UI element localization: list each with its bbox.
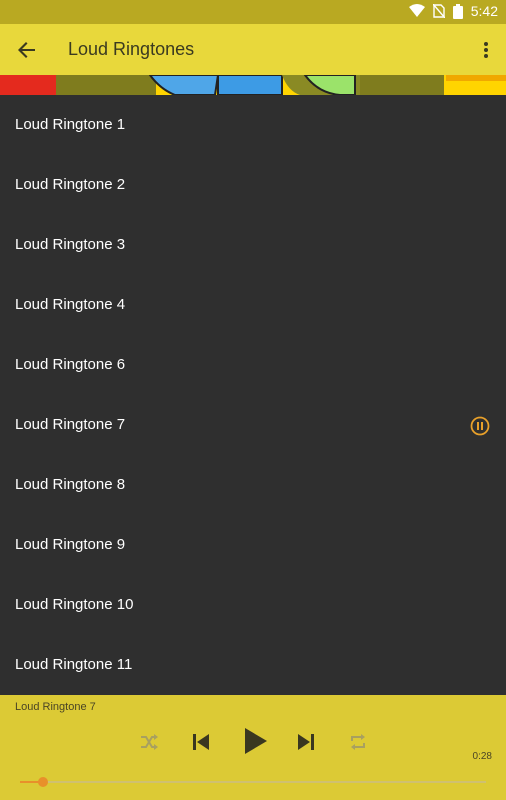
list-item-label: Loud Ringtone 4	[15, 296, 126, 313]
more-vert-icon	[484, 42, 488, 58]
repeat-icon	[351, 734, 365, 750]
list-item[interactable]: Loud Ringtone 2	[0, 155, 506, 215]
page-title: Loud Ringtones	[68, 39, 195, 59]
now-playing-title: Loud Ringtone 7	[15, 701, 96, 713]
media-player: Loud Ringtone 7 0:28	[0, 695, 506, 800]
cartoon-artwork	[0, 75, 506, 95]
wifi-icon	[408, 4, 425, 17]
list-item[interactable]: Loud Ringtone 10	[0, 575, 506, 635]
list-item[interactable]: Loud Ringtone 7	[0, 395, 506, 455]
app-bar: Loud Ringtones	[0, 24, 506, 75]
seek-bar-thumb[interactable]	[38, 777, 48, 787]
list-item[interactable]: Loud Ringtone 3	[0, 215, 506, 275]
play-icon	[245, 728, 267, 754]
elapsed-time: 0:28	[472, 751, 492, 762]
status-bar: 5:42	[0, 0, 506, 24]
shuffle-icon	[141, 734, 158, 750]
list-item-label: Loud Ringtone 2	[15, 176, 126, 193]
list-item-label: Loud Ringtone 6	[15, 356, 126, 373]
header-banner-image	[0, 75, 506, 95]
list-item-label: Loud Ringtone 8	[15, 476, 126, 493]
status-time: 5:42	[470, 3, 498, 19]
seek-bar[interactable]	[20, 777, 486, 787]
list-item[interactable]: Loud Ringtone 4	[0, 275, 506, 335]
pause-circle-icon[interactable]	[470, 416, 490, 436]
more-options-button[interactable]	[476, 37, 496, 63]
list-item-label: Loud Ringtone 1	[15, 116, 126, 133]
play-button[interactable]	[240, 725, 272, 757]
next-button[interactable]	[295, 731, 317, 753]
shuffle-button[interactable]	[138, 731, 160, 753]
battery-icon	[452, 3, 463, 19]
list-item[interactable]: Loud Ringtone 9	[0, 515, 506, 575]
status-icons: 5:42	[408, 3, 498, 19]
list-item[interactable]: Loud Ringtone 11	[0, 635, 506, 695]
list-item[interactable]: Loud Ringtone 1	[0, 95, 506, 155]
list-item[interactable]: Loud Ringtone 8	[0, 455, 506, 515]
repeat-button[interactable]	[347, 731, 369, 753]
skip-next-icon	[298, 734, 314, 750]
ringtone-list: Loud Ringtone 1 Loud Ringtone 2 Loud Rin…	[0, 95, 506, 695]
back-button[interactable]	[14, 37, 40, 63]
list-item-label: Loud Ringtone 3	[15, 236, 126, 253]
no-sim-icon	[432, 4, 445, 18]
list-item-label: Loud Ringtone 7	[15, 416, 126, 433]
previous-button[interactable]	[190, 731, 212, 753]
list-item-label: Loud Ringtone 9	[15, 536, 126, 553]
list-item-label: Loud Ringtone 10	[15, 596, 134, 613]
list-item-label: Loud Ringtone 11	[15, 656, 133, 673]
list-item[interactable]: Loud Ringtone 6	[0, 335, 506, 395]
arrow-back-icon	[18, 42, 35, 58]
skip-previous-icon	[193, 734, 209, 750]
